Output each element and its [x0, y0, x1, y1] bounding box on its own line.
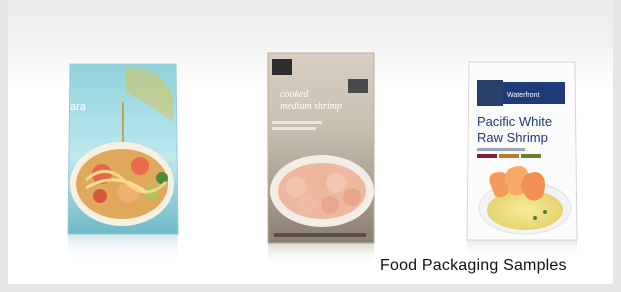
brand-label: Waterfront [507, 92, 539, 99]
product-title-line2: Raw Shrimp [477, 130, 548, 145]
pacific-white-shrimp-pouch: Waterfront Pacific White Raw Shrimp [466, 61, 578, 260]
svg-text:cooked: cooked [280, 89, 309, 100]
banner-caption: Food Packaging Samples [380, 257, 567, 274]
svg-text:medium shrimp: medium shrimp [280, 101, 342, 112]
cooked-shrimp-pouch: cooked medium shrimp [267, 52, 375, 266]
product-showcase-banner: ara cooked medium shrimp Waterfront Paci… [0, 0, 621, 292]
seafood-pasta-pouch: ara [67, 63, 179, 262]
svg-text:ara: ara [70, 101, 87, 113]
product-title-line1: Pacific White [477, 114, 552, 129]
